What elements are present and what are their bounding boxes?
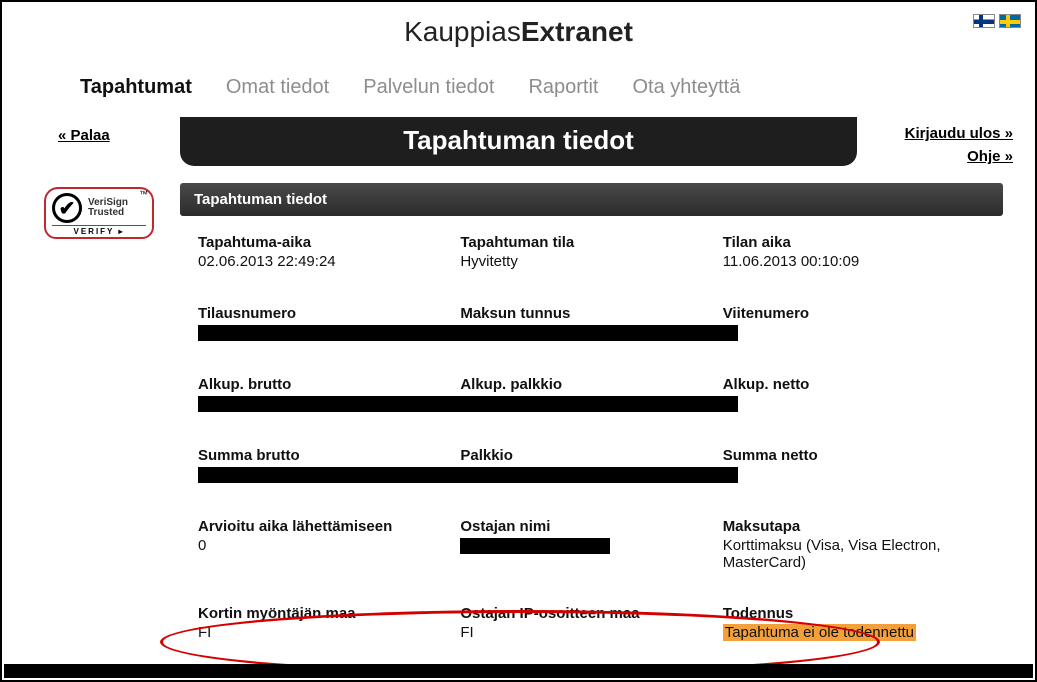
help-link[interactable]: Ohje » — [857, 148, 1013, 165]
field-label: Ostajan nimi — [460, 518, 708, 535]
brand-left: Kauppias — [404, 16, 521, 47]
nav-palvelun-tiedot[interactable]: Palvelun tiedot — [363, 76, 494, 99]
field-value-redacted — [723, 324, 971, 342]
redaction-bar — [198, 396, 738, 412]
field-value: 02.06.2013 22:49:24 — [198, 253, 446, 271]
field-value: 0 — [198, 537, 446, 555]
field-label: Alkup. netto — [723, 376, 971, 393]
section-header: Tapahtuman tiedot — [180, 183, 1003, 216]
field-value-redacted — [460, 537, 708, 555]
nav-ota-yhteytta[interactable]: Ota yhteyttä — [632, 76, 740, 99]
flag-se-icon[interactable] — [999, 14, 1021, 28]
field-label: Todennus — [723, 605, 971, 622]
field-label: Tilausnumero — [198, 305, 446, 322]
top-nav: Tapahtumat Omat tiedot Palvelun tiedot R… — [2, 54, 1035, 117]
nav-tapahtumat[interactable]: Tapahtumat — [80, 76, 192, 99]
field-label: Viitenumero — [723, 305, 971, 322]
auth-status-highlight: Tapahtuma ei ole todennettu — [723, 624, 916, 641]
field-label: Alkup. palkkio — [460, 376, 708, 393]
field-value-redacted — [723, 395, 971, 413]
page-title: Tapahtuman tiedot — [180, 125, 857, 156]
redaction-bar — [198, 467, 738, 483]
bottom-border — [4, 664, 1033, 678]
nav-raportit[interactable]: Raportit — [528, 76, 598, 99]
field-label: Maksun tunnus — [460, 305, 708, 322]
field-label: Tilan aika — [723, 234, 971, 251]
logout-link[interactable]: Kirjaudu ulos » — [857, 125, 1013, 142]
field-label: Maksutapa — [723, 518, 971, 535]
checkmark-icon: ✔ — [52, 193, 82, 223]
details-grid: Tapahtuma-aika 02.06.2013 22:49:24 Tapaht… — [180, 216, 1003, 642]
brand-title: KauppiasExtranet — [2, 2, 1035, 54]
field-label: Summa brutto — [198, 447, 446, 464]
field-label: Arvioitu aika lähettämiseen — [198, 518, 446, 535]
field-value-redacted — [723, 466, 971, 484]
field-label: Alkup. brutto — [198, 376, 446, 393]
field-value: Tapahtuma ei ole todennettu — [723, 624, 971, 642]
flag-fi-icon[interactable] — [973, 14, 995, 28]
field-label: Tapahtuma-aika — [198, 234, 446, 251]
trademark-icon: ™ — [139, 189, 148, 199]
field-label: Ostajan IP-osoitteen maa — [460, 605, 708, 622]
brand-right: Extranet — [521, 16, 633, 47]
nav-omat-tiedot[interactable]: Omat tiedot — [226, 76, 329, 99]
redaction-bar — [198, 325, 738, 341]
field-value: FI — [460, 624, 708, 642]
verisign-text: VeriSignTrusted — [88, 198, 128, 219]
field-value: Korttimaksu (Visa, Visa Electron, Master… — [723, 537, 971, 571]
field-label: Palkkio — [460, 447, 708, 464]
field-label: Kortin myöntäjän maa — [198, 605, 446, 622]
field-label: Tapahtuman tila — [460, 234, 708, 251]
field-value: Hyvitetty — [460, 253, 708, 271]
verisign-badge[interactable]: ™ ✔ VeriSignTrusted VERIFY ▸ — [44, 187, 154, 239]
field-label: Summa netto — [723, 447, 971, 464]
verify-label: VERIFY ▸ — [52, 225, 146, 236]
back-link[interactable]: « Palaa — [58, 127, 110, 144]
field-value: FI — [198, 624, 446, 642]
field-value: 11.06.2013 00:10:09 — [723, 253, 971, 271]
language-flags — [973, 14, 1021, 28]
page-title-bar: Tapahtuman tiedot — [180, 117, 857, 166]
